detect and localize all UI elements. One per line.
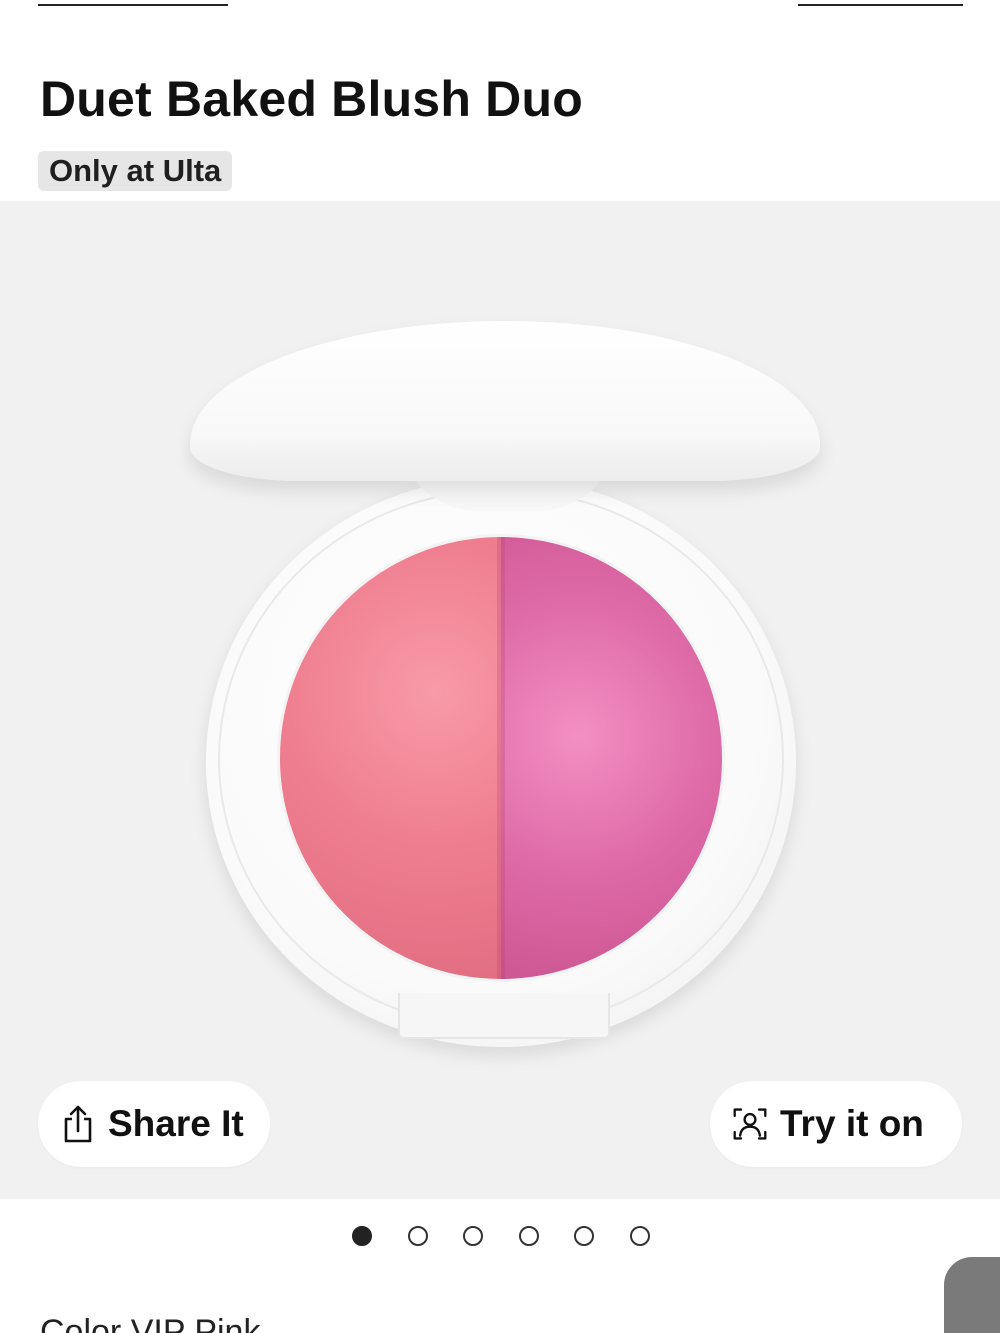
try-it-on-label: Try it on: [780, 1103, 924, 1144]
share-button[interactable]: Share It: [38, 1081, 270, 1167]
share-button-label: Share It: [108, 1103, 244, 1144]
pagination-dot-6[interactable]: [630, 1226, 650, 1246]
next-link-underline[interactable]: [798, 0, 963, 6]
selected-color-label: Color VIP Pink: [40, 1313, 261, 1333]
compact-hinge: [398, 993, 610, 1039]
product-image-gallery[interactable]: [0, 201, 1000, 1199]
blush-shade-left: [280, 537, 501, 979]
blush-shade-right: [501, 537, 722, 979]
blush-divider: [496, 537, 506, 979]
pagination-dot-2[interactable]: [408, 1226, 428, 1246]
pagination-dot-1[interactable]: [352, 1226, 372, 1246]
pagination-dot-4[interactable]: [519, 1226, 539, 1246]
previous-link-underline[interactable]: [38, 0, 228, 6]
pagination-dot-5[interactable]: [574, 1226, 594, 1246]
blush-pan: [280, 537, 722, 979]
exclusive-badge: Only at Ulta: [38, 151, 233, 191]
pagination-dot-3[interactable]: [463, 1226, 483, 1246]
try-it-on-button[interactable]: Try it on: [710, 1081, 962, 1167]
product-title: Duet Baked Blush Duo: [40, 71, 583, 127]
floating-action-button[interactable]: [944, 1257, 1000, 1333]
gallery-pagination: [350, 1226, 650, 1248]
compact-lid: [190, 321, 820, 481]
face-scan-icon: [732, 1103, 768, 1145]
share-icon: [60, 1103, 96, 1145]
